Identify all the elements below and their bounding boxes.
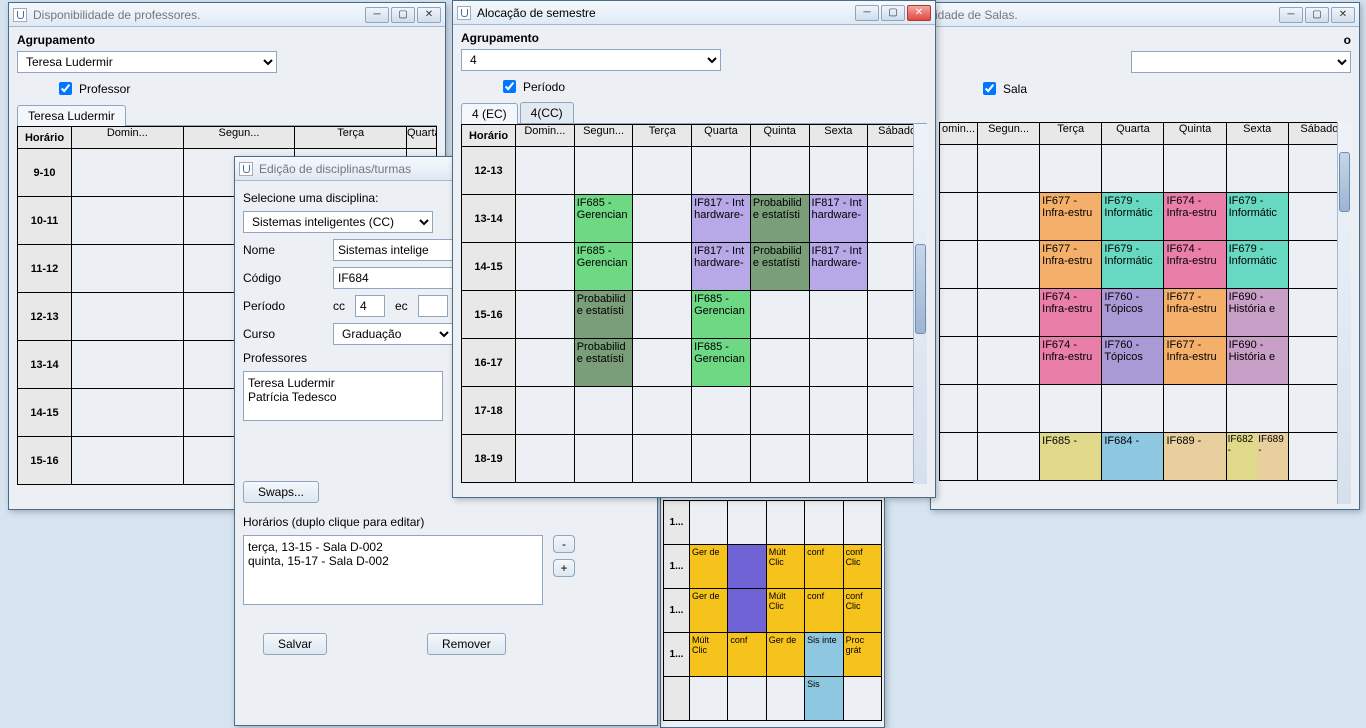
tab-4cc[interactable]: 4(CC) (520, 102, 574, 123)
periodo-checkbox[interactable] (503, 80, 516, 93)
group-label: Agrupamento (17, 31, 437, 51)
professor-checkbox[interactable] (59, 82, 72, 95)
java-icon (239, 162, 253, 176)
maximize-button[interactable]: ▢ (1305, 7, 1329, 23)
professor-check-label: Professor (79, 82, 130, 96)
close-button[interactable]: ✕ (1331, 7, 1355, 23)
add-horario-button[interactable]: + (553, 559, 575, 577)
tab-teresa[interactable]: Teresa Ludermir (17, 105, 126, 126)
sala-select[interactable] (1131, 51, 1351, 73)
periodo-select[interactable]: 4 (461, 49, 721, 71)
salas-grid: omin... Segun... Terça Quarta Quinta Sex… (939, 122, 1351, 481)
periodo-ec-field[interactable] (418, 295, 448, 317)
maximize-button[interactable]: ▢ (881, 5, 905, 21)
professor-select[interactable]: Teresa Ludermir (17, 51, 277, 73)
title-alocacao: Alocação de semestre (477, 6, 855, 20)
nome-field[interactable] (333, 239, 453, 261)
titlebar-alocacao[interactable]: Alocação de semestre ─ ▢ ✕ (453, 1, 935, 25)
sala-check-label: Sala (1003, 82, 1027, 96)
list-item[interactable]: Patrícia Tedesco (248, 390, 438, 404)
minimize-button[interactable]: ─ (1279, 7, 1303, 23)
list-item[interactable]: terça, 13-15 - Sala D-002 (248, 540, 538, 554)
window-mini: 1... 1... Ger de Múlt Clic conf conf Cli… (660, 498, 885, 728)
group-label: Agrupamento (461, 29, 927, 49)
window-salas: idade de Salas. ─ ▢ ✕ o Sala omin... Seg… (930, 2, 1360, 510)
periodo-cc-field[interactable] (355, 295, 385, 317)
horarios-list[interactable]: terça, 13-15 - Sala D-002 quinta, 15-17 … (243, 535, 543, 605)
title-professores: Disponibilidade de professores. (33, 8, 365, 22)
mini-grid: 1... 1... Ger de Múlt Clic conf conf Cli… (663, 500, 882, 721)
java-icon (457, 6, 471, 20)
salvar-button[interactable]: Salvar (263, 633, 327, 655)
disciplina-select[interactable]: Sistemas inteligentes (CC) (243, 211, 433, 233)
scrollbar[interactable] (1337, 122, 1351, 504)
curso-select[interactable]: Graduação (333, 323, 453, 345)
alocacao-grid: Horário Domin... Segun... Terça Quarta Q… (461, 124, 927, 483)
sala-checkbox[interactable] (983, 82, 996, 95)
remove-horario-button[interactable]: - (553, 535, 575, 553)
maximize-button[interactable]: ▢ (391, 7, 415, 23)
window-alocacao: Alocação de semestre ─ ▢ ✕ Agrupamento 4… (452, 0, 936, 498)
close-button[interactable]: ✕ (417, 7, 441, 23)
minimize-button[interactable]: ─ (365, 7, 389, 23)
title-salas: idade de Salas. (935, 8, 1279, 22)
professores-list[interactable]: Teresa Ludermir Patrícia Tedesco (243, 371, 443, 421)
titlebar-professores[interactable]: Disponibilidade de professores. ─ ▢ ✕ (9, 3, 445, 27)
java-icon (13, 8, 27, 22)
periodo-check-label: Período (523, 80, 565, 94)
list-item[interactable]: quinta, 15-17 - Sala D-002 (248, 554, 538, 568)
tab-4ec[interactable]: 4 (EC) (461, 103, 518, 124)
swaps-button[interactable]: Swaps... (243, 481, 319, 503)
titlebar-salas[interactable]: idade de Salas. ─ ▢ ✕ (931, 3, 1359, 27)
scrollbar[interactable] (913, 124, 927, 484)
close-button[interactable]: ✕ (907, 5, 931, 21)
minimize-button[interactable]: ─ (855, 5, 879, 21)
codigo-field[interactable] (333, 267, 453, 289)
remover-button[interactable]: Remover (427, 633, 506, 655)
list-item[interactable]: Teresa Ludermir (248, 376, 438, 390)
